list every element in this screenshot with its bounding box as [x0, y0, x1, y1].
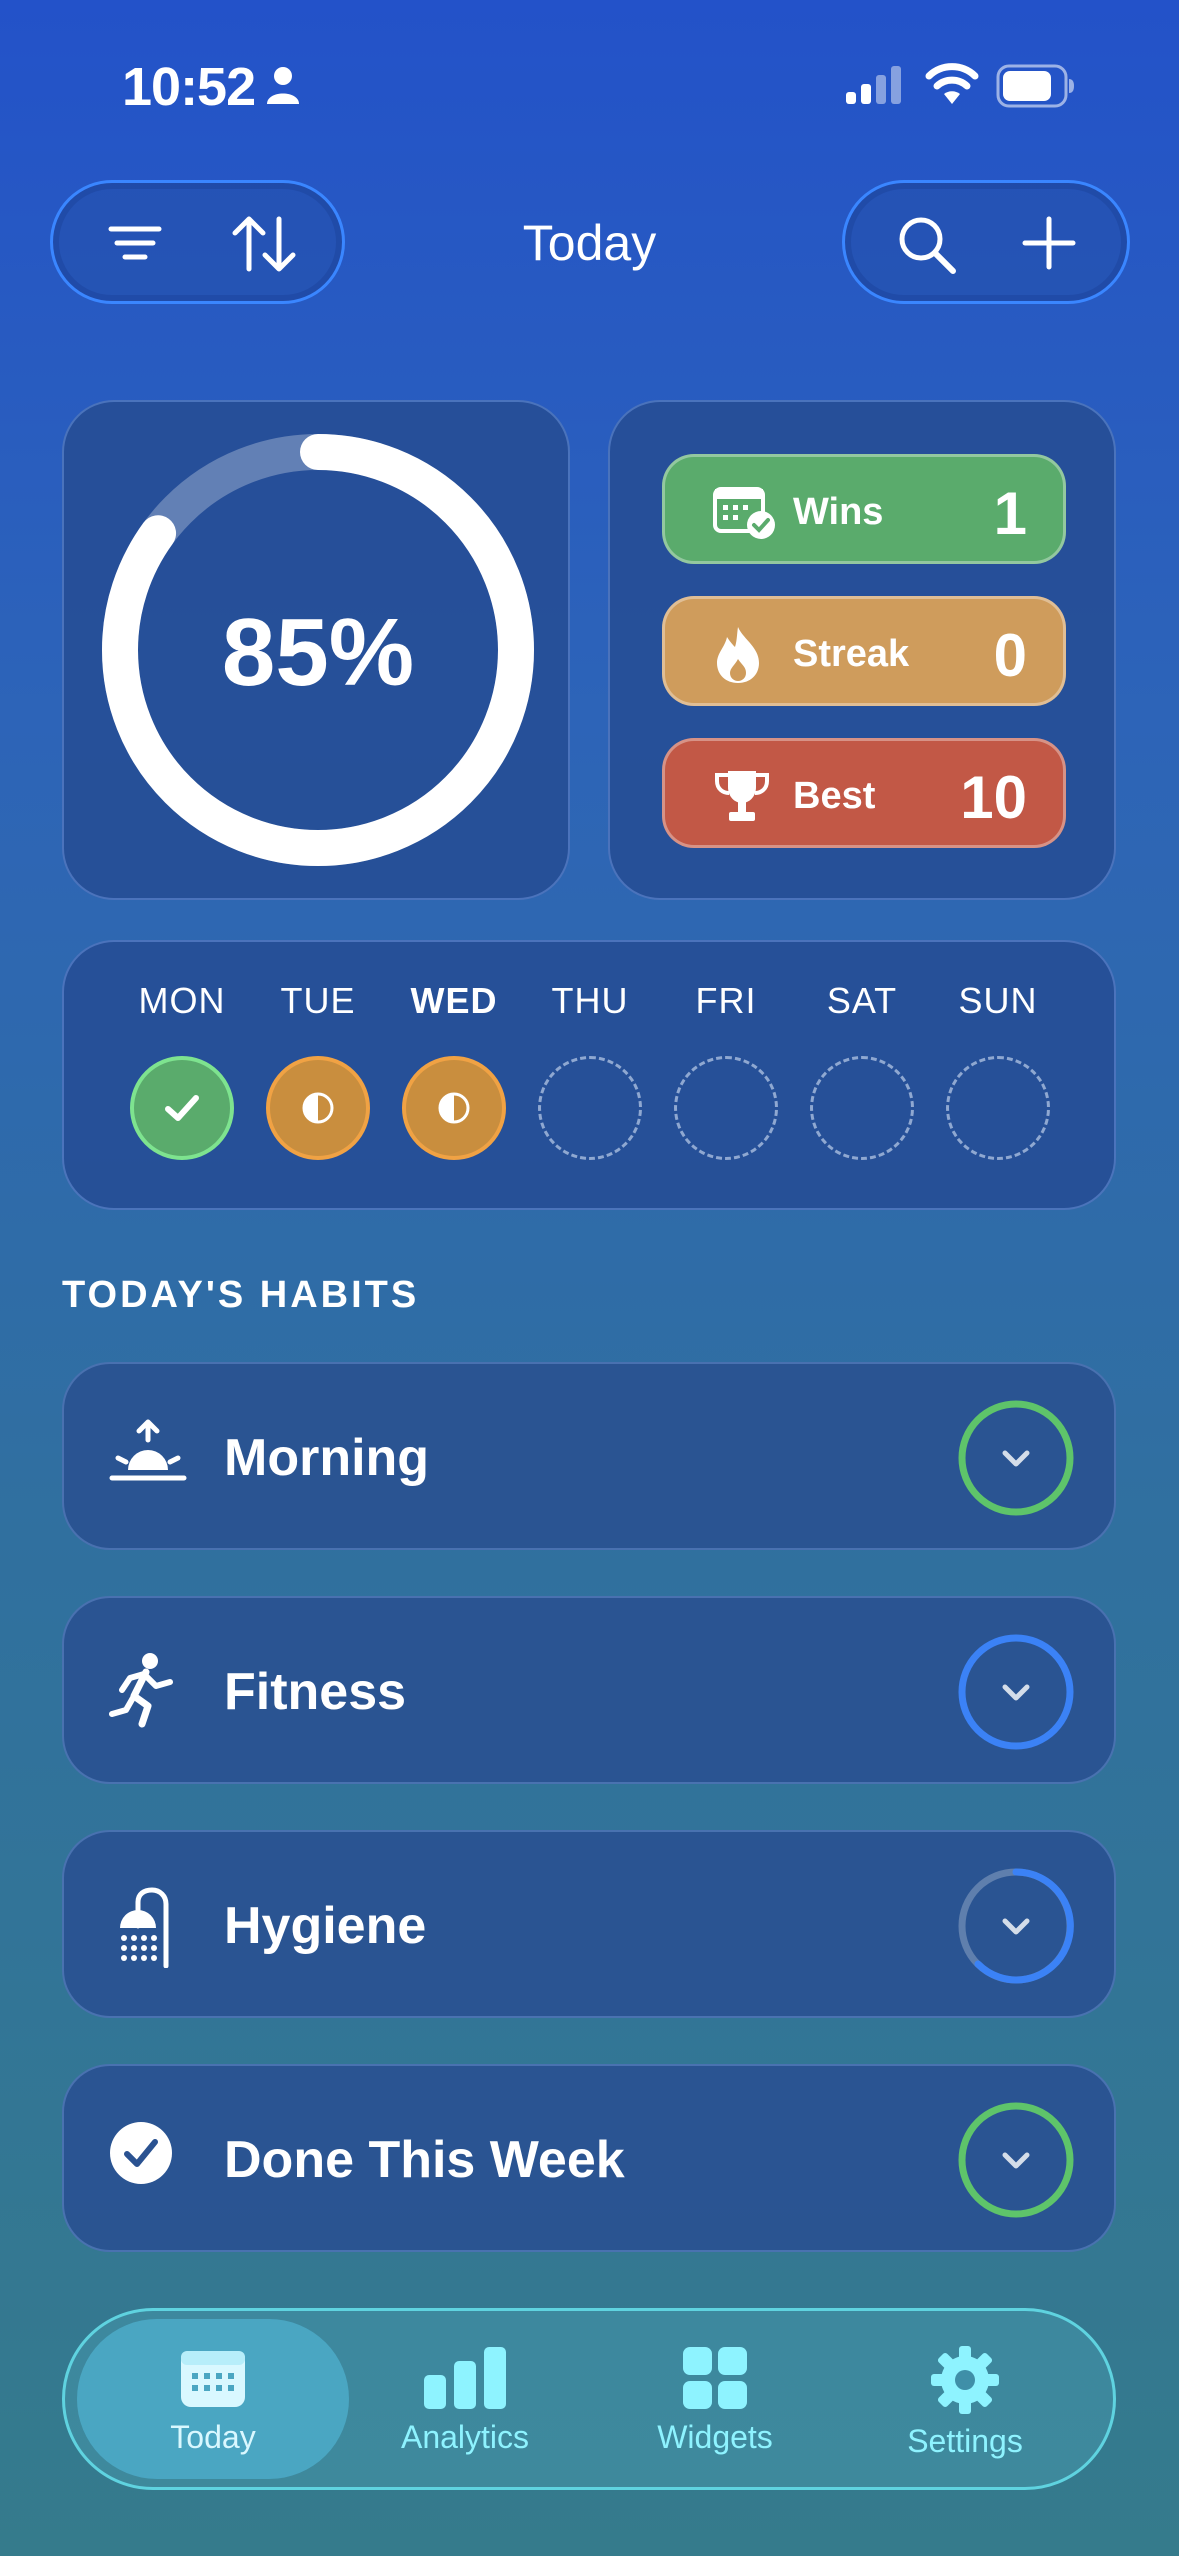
day-status-partial [266, 1056, 370, 1160]
tab-settings[interactable]: Settings [829, 2319, 1101, 2479]
flame-icon [717, 627, 759, 683]
day-label: THU [551, 980, 629, 1021]
stats-card: Wins 1 Streak 0 Best 10 [608, 400, 1116, 900]
habit-row-hygiene[interactable]: Hygiene [62, 1830, 1116, 2018]
day-label: MON [138, 980, 226, 1021]
streak-label: Streak [793, 633, 910, 675]
best-label: Best [793, 775, 876, 817]
progress-card: 85% [62, 400, 570, 900]
day-status-empty [674, 1056, 778, 1160]
sunrise-icon [109, 1419, 187, 1481]
chevron-down-icon[interactable] [956, 2100, 1076, 2220]
half-circle-icon [302, 1092, 334, 1124]
day-status-empty [946, 1056, 1050, 1160]
tab-today[interactable]: Today [77, 2319, 349, 2479]
streak-value: 0 [993, 622, 1027, 689]
search-icon[interactable] [895, 213, 959, 277]
week-strip: MON TUE WED THU FRI SAT SUN [62, 940, 1116, 1210]
cellular-signal-icon [846, 66, 901, 104]
tab-label: Analytics [400, 2419, 530, 2455]
best-stat[interactable]: Best 10 [662, 738, 1066, 848]
day-sat[interactable]: SAT [802, 980, 922, 1160]
tab-widgets[interactable]: Widgets [579, 2319, 851, 2479]
wins-value: 1 [993, 480, 1027, 547]
habit-label: Fitness [224, 1663, 407, 1721]
half-circle-icon [438, 1092, 470, 1124]
tab-label: Today [170, 2419, 256, 2455]
habit-row-fitness[interactable]: Fitness [62, 1596, 1116, 1784]
battery-icon [996, 64, 1074, 108]
progress-percent: 85% [221, 599, 415, 706]
trophy-icon [715, 771, 769, 821]
day-sun[interactable]: SUN [938, 980, 1058, 1160]
habit-label: Morning [224, 1429, 430, 1487]
calendar-icon [181, 2351, 245, 2407]
calendar-check-icon [713, 487, 775, 539]
habit-label: Done This Week [224, 2131, 625, 2189]
shower-icon [120, 1887, 169, 1968]
gear-icon [931, 2346, 999, 2414]
running-icon [109, 1653, 173, 1728]
streak-stat[interactable]: Streak 0 [662, 596, 1066, 706]
checkmark-icon [165, 1095, 199, 1121]
day-label: FRI [695, 980, 757, 1021]
day-status-done [130, 1056, 234, 1160]
day-status-partial [402, 1056, 506, 1160]
day-status-empty [810, 1056, 914, 1160]
day-label: SUN [958, 980, 1038, 1021]
habit-row-morning[interactable]: Morning [62, 1362, 1116, 1550]
day-label: WED [410, 980, 498, 1021]
status-time: 10:52 [122, 57, 256, 117]
day-fri[interactable]: FRI [666, 980, 786, 1160]
add-icon[interactable] [1019, 213, 1079, 273]
day-wed[interactable]: WED [394, 980, 514, 1160]
tab-bar: Today Analytics Widgets Settings [62, 2308, 1116, 2490]
grid-icon [683, 2347, 747, 2409]
chevron-down-icon[interactable] [956, 1866, 1076, 1986]
best-value: 10 [960, 764, 1027, 831]
habit-row-done-this-week[interactable]: Done This Week [62, 2064, 1116, 2252]
tab-label: Widgets [657, 2419, 773, 2455]
day-mon[interactable]: MON [122, 980, 242, 1160]
wifi-icon [925, 63, 979, 104]
chevron-down-icon[interactable] [956, 1398, 1076, 1518]
day-label: SAT [826, 980, 898, 1021]
checkmark-circle-icon [110, 2122, 172, 2184]
day-thu[interactable]: THU [530, 980, 650, 1160]
bar-chart-icon [424, 2347, 506, 2409]
day-label: TUE [280, 980, 356, 1021]
status-bar: 10:52 [0, 0, 1179, 170]
tab-analytics[interactable]: Analytics [329, 2319, 601, 2479]
habit-label: Hygiene [224, 1897, 427, 1955]
day-tue[interactable]: TUE [258, 980, 378, 1160]
wins-label: Wins [793, 491, 884, 533]
day-status-empty [538, 1056, 642, 1160]
tab-label: Settings [907, 2423, 1023, 2459]
wins-stat[interactable]: Wins 1 [662, 454, 1066, 564]
search-add-group [842, 180, 1130, 304]
chevron-down-icon[interactable] [956, 1632, 1076, 1752]
person-icon [267, 67, 299, 104]
section-heading: TODAY'S HABITS [62, 1274, 420, 1316]
